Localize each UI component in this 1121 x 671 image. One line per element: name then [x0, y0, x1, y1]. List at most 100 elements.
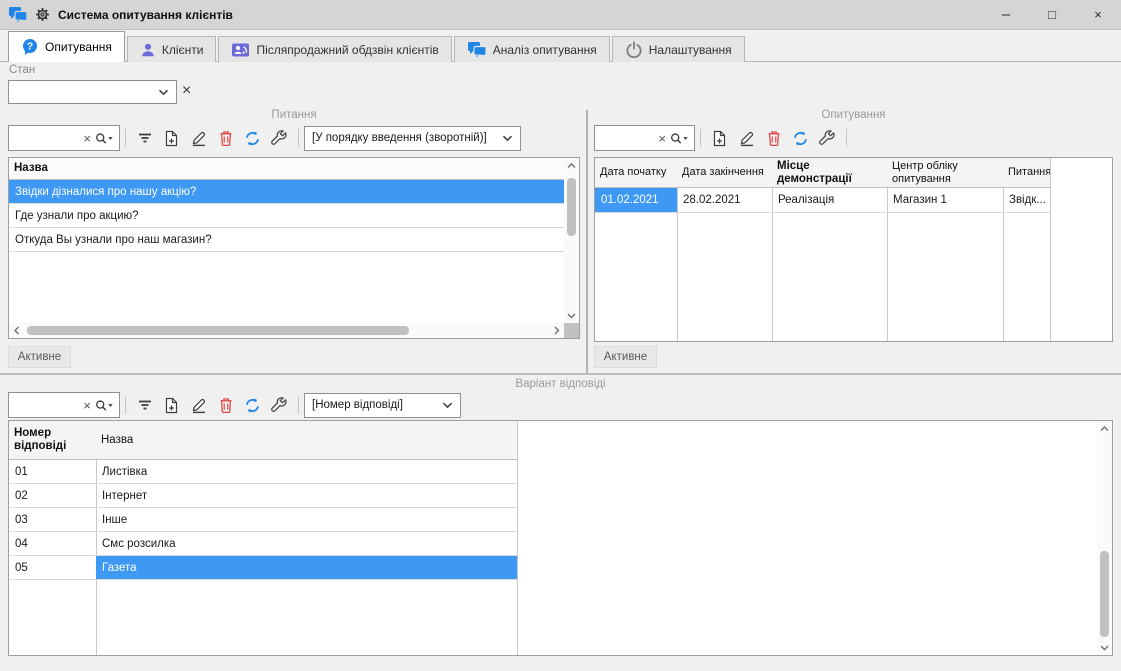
answers-search-input[interactable]: [14, 399, 79, 411]
settings-wrench-icon: [271, 397, 288, 414]
refresh-button[interactable]: [239, 125, 266, 151]
question-row[interactable]: Звідки дізналися про нашу акцію?: [9, 180, 565, 204]
maximize-button[interactable]: □: [1029, 0, 1075, 30]
questions-search-input[interactable]: [14, 132, 79, 144]
question-chat-icon: ?: [21, 38, 39, 56]
grid-settings-button[interactable]: [266, 392, 293, 418]
surveys-search-input[interactable]: [600, 132, 654, 144]
edit-record-button[interactable]: [185, 125, 212, 151]
answer-row[interactable]: 04 Смс розсилка: [9, 532, 517, 556]
column-header-survey-center[interactable]: Центр обліку опитування: [887, 158, 1003, 188]
add-record-button[interactable]: [706, 125, 733, 151]
column-header-name[interactable]: Назва: [9, 158, 564, 180]
questions-panel-title: Питання: [8, 109, 580, 121]
scrollbar-thumb[interactable]: [1100, 551, 1109, 637]
scrollbar-thumb[interactable]: [567, 178, 576, 236]
delete-record-button[interactable]: [760, 125, 787, 151]
edit-record-icon: [190, 396, 208, 414]
state-filter-label: Стан: [9, 64, 35, 76]
app-window: Система опитування клієнтів – □ × ? Опит…: [0, 0, 1121, 671]
clear-search-icon[interactable]: ×: [79, 399, 95, 412]
surveys-toolbar: ×: [594, 125, 852, 151]
horizontal-splitter[interactable]: [0, 373, 1121, 375]
add-record-icon: [163, 397, 180, 414]
edit-record-icon: [190, 129, 208, 147]
question-row[interactable]: Откуда Вы узнали про наш магазин?: [9, 228, 565, 252]
column-header-end-date[interactable]: Дата закінчення: [677, 158, 772, 188]
scrollbar-thumb[interactable]: [27, 326, 409, 335]
chevron-down-icon: [442, 402, 453, 409]
toolbar-separator: [298, 129, 299, 147]
column-header-demo-place[interactable]: Місце демонстрації: [772, 158, 887, 188]
scroll-right-icon[interactable]: [549, 323, 564, 338]
clear-search-icon[interactable]: ×: [654, 132, 670, 145]
add-record-button[interactable]: [158, 125, 185, 151]
answer-row[interactable]: 01 Листівка: [9, 460, 517, 484]
survey-cell-end-date[interactable]: 28.02.2021: [677, 188, 772, 212]
answer-row[interactable]: 03 Інше: [9, 508, 517, 532]
surveys-active-filter-button[interactable]: Активне: [594, 346, 657, 368]
scroll-down-icon[interactable]: [564, 308, 579, 323]
survey-cell-demo-place[interactable]: Реалізація: [772, 188, 887, 212]
vertical-scrollbar[interactable]: [1097, 421, 1112, 655]
scroll-up-icon[interactable]: [564, 158, 579, 173]
svg-text:?: ?: [27, 41, 33, 53]
answers-search-box: ×: [8, 392, 120, 418]
tab-label: Налаштування: [649, 43, 732, 57]
window-controls: – □ ×: [983, 0, 1121, 30]
question-row[interactable]: Где узнали про акцию?: [9, 204, 565, 228]
filter-icon: [137, 397, 153, 413]
minimize-button[interactable]: –: [983, 0, 1029, 30]
delete-record-button[interactable]: [212, 125, 239, 151]
scroll-left-icon[interactable]: [9, 323, 24, 338]
column-header-question[interactable]: Питання: [1003, 158, 1050, 188]
add-record-button[interactable]: [158, 392, 185, 418]
answer-row[interactable]: 05 Газета: [9, 556, 517, 580]
tab-aftersale-calls[interactable]: Післяпродажний обдзвін клієнтів: [218, 36, 451, 62]
search-icon[interactable]: [670, 132, 689, 145]
tab-settings[interactable]: Налаштування: [612, 36, 745, 62]
tab-clients[interactable]: Клієнти: [127, 36, 217, 62]
filter-button[interactable]: [131, 125, 158, 151]
survey-cell-question[interactable]: Звідк...: [1003, 188, 1050, 212]
clear-search-icon[interactable]: ×: [79, 132, 95, 145]
chat-bubbles-app-icon: [8, 6, 28, 24]
chevron-down-icon: [502, 135, 513, 142]
grid-settings-button[interactable]: [266, 125, 293, 151]
delete-record-icon: [766, 130, 782, 147]
edit-record-button[interactable]: [733, 125, 760, 151]
answers-sort-combobox[interactable]: [Номер відповіді]: [304, 393, 461, 418]
survey-cell-survey-center[interactable]: Магазин 1: [887, 188, 1003, 212]
close-button[interactable]: ×: [1075, 0, 1121, 30]
questions-sort-combobox[interactable]: [У порядку введення (зворотній)]: [304, 126, 521, 151]
horizontal-scrollbar[interactable]: [9, 323, 564, 338]
column-header-answer-name[interactable]: Назва: [96, 421, 517, 460]
refresh-icon: [244, 130, 261, 147]
clear-state-filter-icon[interactable]: ×: [182, 83, 191, 99]
filter-button[interactable]: [131, 392, 158, 418]
tab-survey-analysis[interactable]: Аналіз опитування: [454, 36, 610, 62]
search-icon[interactable]: [95, 132, 114, 145]
grid-settings-button[interactable]: [814, 125, 841, 151]
gear-icon: [35, 7, 50, 22]
delete-record-button[interactable]: [212, 392, 239, 418]
edit-record-button[interactable]: [185, 392, 212, 418]
scroll-down-icon[interactable]: [1097, 640, 1112, 655]
add-record-icon: [163, 130, 180, 147]
tab-surveys[interactable]: ? Опитування: [8, 31, 125, 62]
refresh-button[interactable]: [239, 392, 266, 418]
vertical-scrollbar[interactable]: [564, 158, 579, 323]
survey-cell-start-date[interactable]: 01.02.2021: [595, 188, 677, 212]
survey-row[interactable]: 01.02.2021 28.02.2021 Реалізація Магазин…: [595, 188, 1050, 213]
column-header-start-date[interactable]: Дата початку: [595, 158, 677, 188]
questions-active-filter-button[interactable]: Активне: [8, 346, 71, 368]
state-filter-combobox[interactable]: [8, 80, 177, 104]
refresh-button[interactable]: [787, 125, 814, 151]
column-header-answer-number[interactable]: Номер відповіді: [9, 421, 96, 460]
scroll-up-icon[interactable]: [1097, 421, 1112, 436]
vertical-splitter[interactable]: [586, 110, 588, 373]
delete-record-icon: [218, 397, 234, 414]
tab-label: Клієнти: [162, 43, 204, 57]
answer-row[interactable]: 02 Інтернет: [9, 484, 517, 508]
search-icon[interactable]: [95, 399, 114, 412]
